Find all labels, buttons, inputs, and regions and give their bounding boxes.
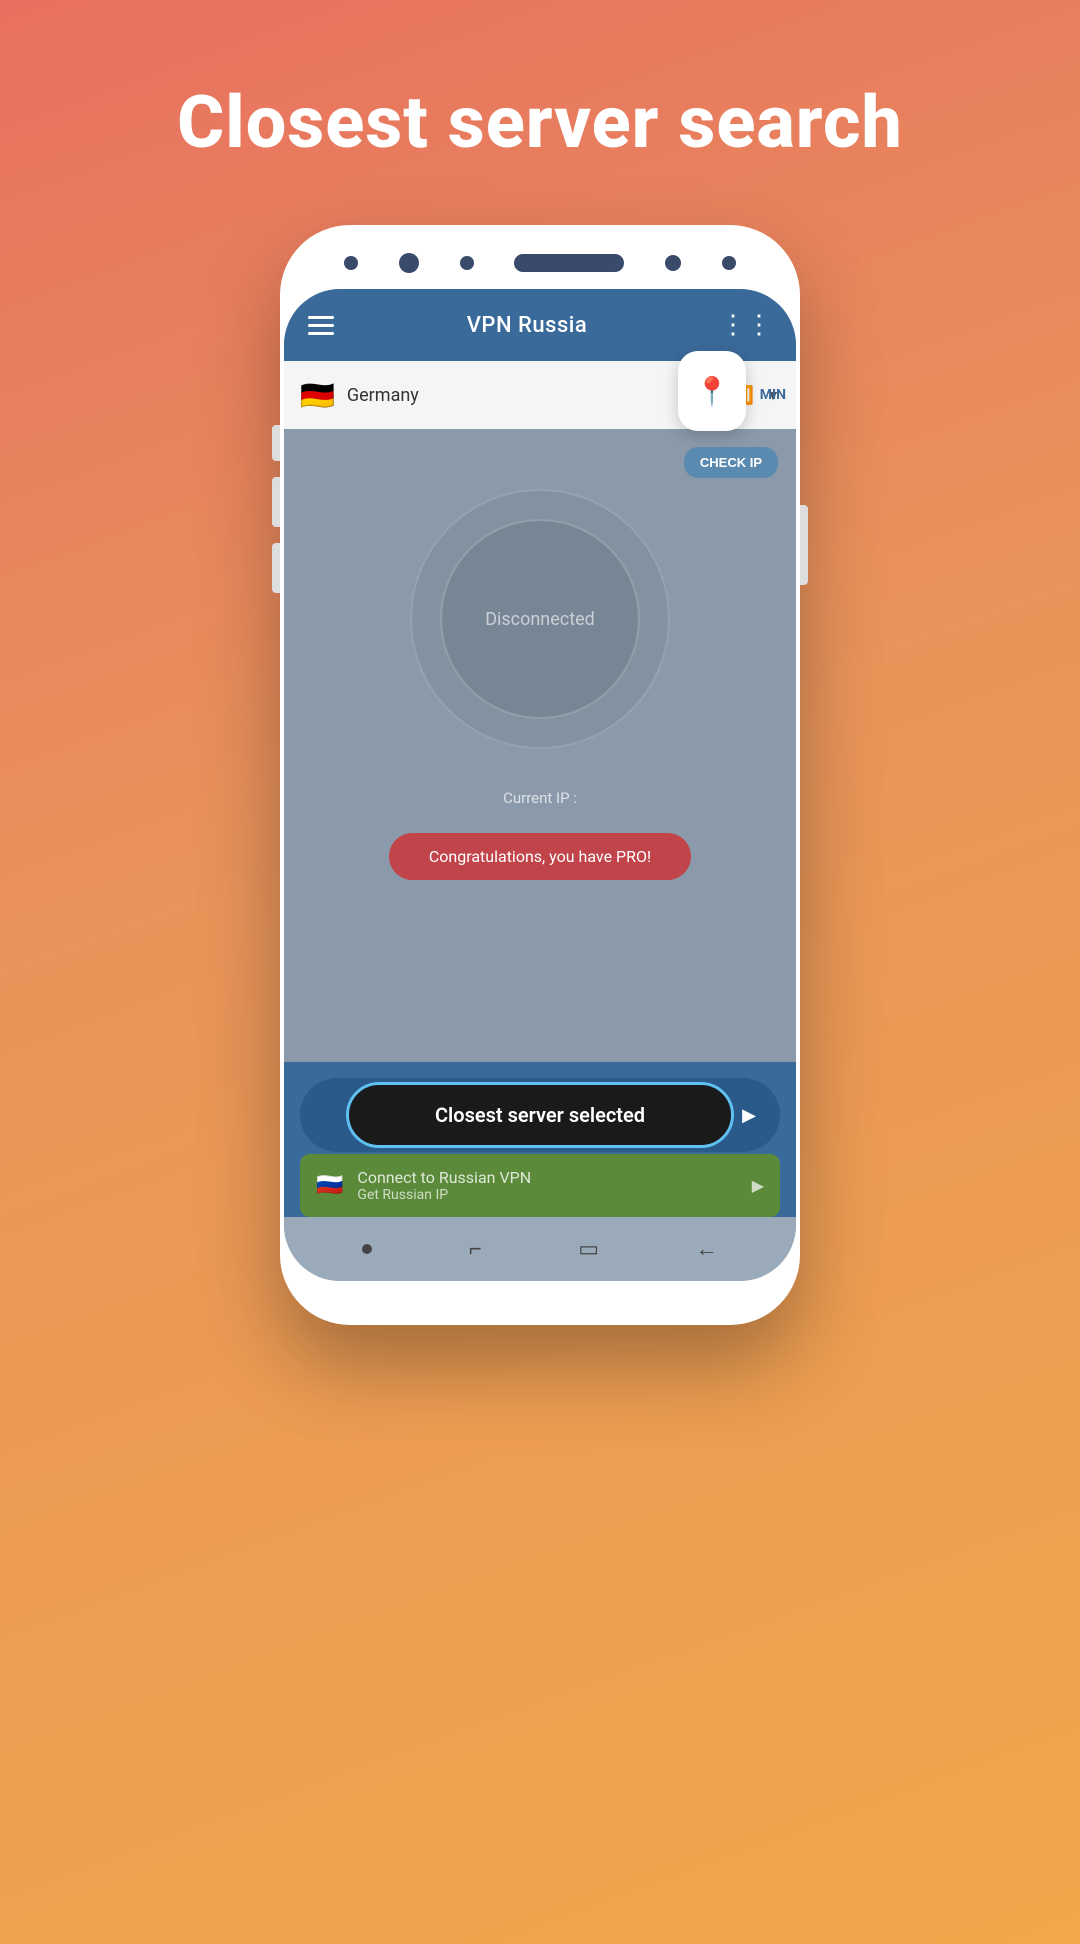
russian-vpn-text-block: Connect to Russian VPN Get Russian IP <box>357 1168 737 1203</box>
nav-recents-icon[interactable]: ▭ <box>578 1237 599 1262</box>
russian-vpn-title: Connect to Russian VPN <box>357 1168 737 1187</box>
phone-top-bar <box>284 229 796 289</box>
phone-left-buttons <box>272 425 280 593</box>
russian-vpn-subtitle: Get Russian IP <box>357 1187 737 1203</box>
pro-banner[interactable]: Congratulations, you have PRO! <box>389 833 691 880</box>
vpn-circle-outer[interactable]: Disconnected <box>410 489 670 749</box>
front-camera <box>665 255 681 271</box>
phone-notch <box>514 254 624 272</box>
country-flag: 🇩🇪 <box>300 379 335 412</box>
country-name: Germany <box>347 385 720 406</box>
main-content: CHECK IP Disconnected Current IP : Congr… <box>284 429 796 1062</box>
server-selector[interactable]: 🇩🇪 Germany 📶 ▼ 📍 MIN <box>284 361 796 429</box>
russian-vpn-row[interactable]: 🇷🇺 Connect to Russian VPN Get Russian IP… <box>300 1154 780 1217</box>
russian-vpn-arrow: ▶ <box>752 1176 764 1195</box>
closest-server-pill[interactable]: Closest server selected <box>346 1082 733 1148</box>
closest-server-row[interactable]: Closest server selected ▶ <box>300 1078 780 1152</box>
dot-4 <box>722 256 736 270</box>
volume-up-button <box>272 477 280 527</box>
menu-icon[interactable] <box>308 316 334 335</box>
phone-frame: VPN Russia ⋮⋮ 🇩🇪 Germany 📶 ▼ 📍 MIN CHECK… <box>280 225 800 1325</box>
location-pin-icon: 📍 <box>695 375 730 408</box>
dot-2 <box>399 253 419 273</box>
connection-status: Disconnected <box>485 609 595 630</box>
bottom-nav: ⌐ ▭ ← <box>284 1217 796 1281</box>
page-title: Closest server search <box>177 80 903 165</box>
min-label: MIN <box>760 387 786 403</box>
vpn-circle-inner[interactable]: Disconnected <box>440 519 640 719</box>
closest-server-text: Closest server selected <box>435 1103 645 1127</box>
phone-right-buttons <box>800 505 808 585</box>
nav-back-arrow-icon[interactable]: ← <box>696 1236 718 1262</box>
phone-screen: VPN Russia ⋮⋮ 🇩🇪 Germany 📶 ▼ 📍 MIN CHECK… <box>284 289 796 1281</box>
volume-down-button <box>272 543 280 593</box>
share-icon[interactable]: ⋮⋮ <box>720 310 772 340</box>
nav-back-icon[interactable]: ⌐ <box>469 1236 482 1262</box>
nav-home-dot[interactable] <box>362 1244 372 1254</box>
closest-server-arrow: ▶ <box>742 1105 756 1126</box>
russian-flag: 🇷🇺 <box>316 1173 343 1198</box>
bottom-action-area: Closest server selected ▶ 🇷🇺 Connect to … <box>284 1062 796 1217</box>
current-ip-label: Current IP : <box>503 789 577 807</box>
location-pin-bubble[interactable]: 📍 <box>678 351 746 431</box>
dot-1 <box>344 256 358 270</box>
power-button <box>272 425 280 461</box>
app-title: VPN Russia <box>467 313 588 338</box>
dot-3 <box>460 256 474 270</box>
check-ip-button[interactable]: CHECK IP <box>684 447 778 478</box>
right-button <box>800 505 808 585</box>
